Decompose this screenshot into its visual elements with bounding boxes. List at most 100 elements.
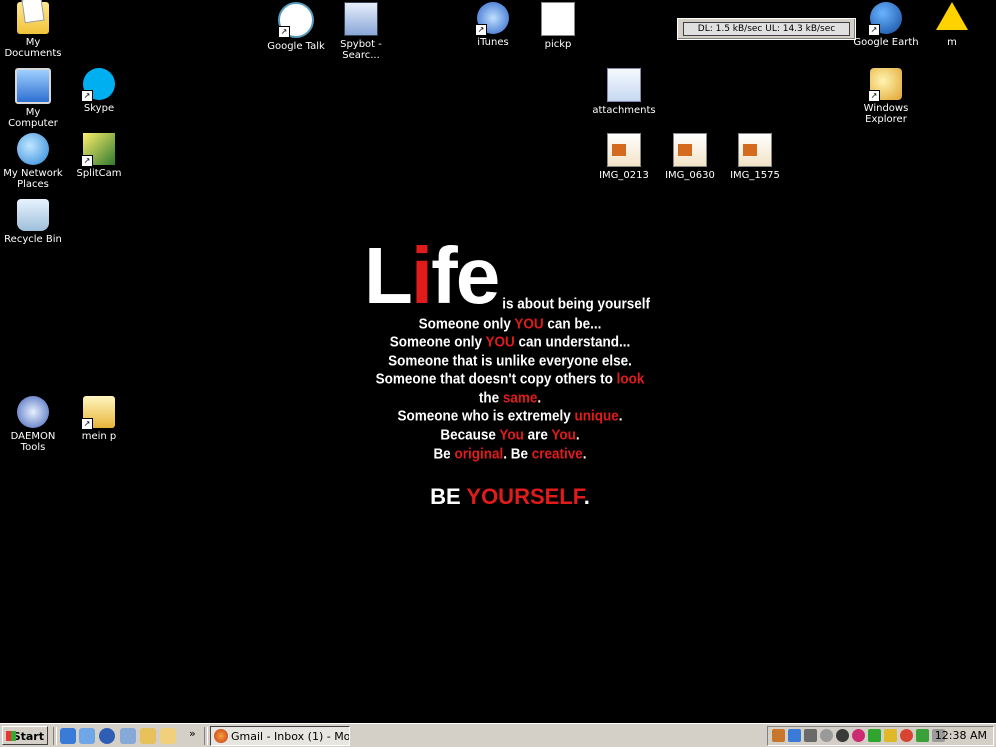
daemon-tools-icon bbox=[17, 396, 49, 428]
shortcut-arrow-icon: ↗ bbox=[81, 90, 93, 102]
desktop-icon-google-earth[interactable]: ↗ Google Earth bbox=[853, 2, 919, 48]
quicklaunch-outlook-icon[interactable] bbox=[79, 728, 95, 744]
desktop-icon-daemon-tools[interactable]: DAEMON Tools bbox=[0, 396, 66, 453]
system-tray: 12:38 AM bbox=[767, 726, 994, 746]
desktop-icon-attachments[interactable]: attachments bbox=[591, 68, 657, 116]
taskbar-window-button[interactable]: Gmail - Inbox (1) - Mozill... bbox=[210, 726, 350, 746]
tray-clock[interactable]: 12:38 AM bbox=[935, 727, 987, 745]
desktop-icon-recycle-bin[interactable]: Recycle Bin bbox=[0, 199, 66, 245]
desktop-icon-skype[interactable]: ↗ Skype bbox=[66, 68, 132, 114]
desktop-icon-pickp[interactable]: pickp bbox=[525, 2, 591, 50]
desktop-icon-m[interactable]: m bbox=[919, 2, 985, 48]
network-speed-meter[interactable]: DL: 1.5 kB/sec UL: 14.3 kB/sec bbox=[677, 18, 856, 40]
quote-be-yourself: BE YOURSELF. bbox=[430, 484, 590, 509]
firefox-icon bbox=[214, 729, 228, 743]
desktop-icon-img-0630[interactable]: IMG_0630 bbox=[657, 133, 723, 181]
quote-line-3: Someone only YOU can understand... bbox=[389, 333, 631, 350]
folder-shortcut-icon: ↗ bbox=[81, 396, 115, 430]
icon-label: DAEMON Tools bbox=[10, 431, 56, 453]
quote-line-9: Be original. Be creative. bbox=[433, 445, 587, 462]
warning-icon bbox=[936, 2, 968, 34]
quote-line-8: Because You are You. bbox=[440, 426, 580, 443]
desktop-icon-my-computer[interactable]: My Computer bbox=[0, 68, 66, 129]
quicklaunch-media-player-icon[interactable] bbox=[99, 728, 115, 744]
tray-alert-icon[interactable] bbox=[900, 729, 913, 742]
shortcut-arrow-icon: ↗ bbox=[278, 26, 290, 38]
attachment-file-icon bbox=[607, 68, 641, 102]
icon-label: Windows Explorer bbox=[863, 103, 909, 125]
tray-sync-icon[interactable] bbox=[916, 729, 929, 742]
taskbar-window-title: Gmail - Inbox (1) - Mozill... bbox=[231, 730, 350, 743]
spybot-icon bbox=[344, 2, 378, 36]
shortcut-arrow-icon: ↗ bbox=[81, 418, 93, 430]
quote-line-2: Someone only YOU can be... bbox=[418, 315, 602, 332]
tray-chat-icon[interactable] bbox=[820, 729, 833, 742]
tray-user-icon[interactable] bbox=[852, 729, 865, 742]
shortcut-arrow-icon: ↗ bbox=[868, 90, 880, 102]
quote-line-6: the same. bbox=[478, 389, 542, 406]
tray-app-icon[interactable] bbox=[772, 729, 785, 742]
image-file-icon bbox=[673, 133, 707, 167]
tray-clock-app-icon[interactable] bbox=[836, 729, 849, 742]
desktop-icon-my-documents[interactable]: My Documents bbox=[0, 2, 66, 59]
image-file-icon bbox=[607, 133, 641, 167]
quicklaunch-ie-icon[interactable] bbox=[60, 728, 76, 744]
skype-icon: ↗ bbox=[81, 68, 115, 102]
desktop-icon-splitcam[interactable]: ↗ SplitCam bbox=[66, 133, 132, 179]
icon-label: Google Earth bbox=[853, 37, 919, 48]
desktop-icon-windows-explorer[interactable]: ↗ Windows Explorer bbox=[853, 68, 919, 125]
desktop-icon-itunes[interactable]: ↗ iTunes bbox=[460, 2, 526, 48]
icon-label: pickp bbox=[544, 39, 572, 50]
tray-daemon-icon[interactable] bbox=[804, 729, 817, 742]
start-label: Start bbox=[12, 730, 44, 743]
quicklaunch-more-chevron[interactable]: » bbox=[189, 727, 196, 740]
itunes-icon: ↗ bbox=[475, 2, 509, 36]
tray-network-icon[interactable] bbox=[788, 729, 801, 742]
image-file-icon bbox=[738, 133, 772, 167]
taskbar: Start » Gmail - Inbox (1) - Mozill... 12… bbox=[0, 723, 996, 747]
desktop-icon-spybot[interactable]: Spybot - Searc... bbox=[328, 2, 394, 61]
icon-label: Skype bbox=[83, 103, 115, 114]
quicklaunch-show-desktop-icon[interactable] bbox=[120, 728, 136, 744]
text-file-icon bbox=[541, 2, 575, 36]
computer-icon bbox=[15, 68, 51, 104]
recycle-bin-icon bbox=[17, 199, 49, 231]
windows-logo-icon bbox=[6, 731, 16, 741]
taskbar-separator bbox=[204, 727, 208, 745]
icon-label: My Computer bbox=[8, 107, 58, 129]
taskbar-separator bbox=[53, 727, 57, 745]
shortcut-arrow-icon: ↗ bbox=[81, 155, 93, 167]
icon-label: mein p bbox=[81, 431, 117, 442]
shortcut-arrow-icon: ↗ bbox=[475, 24, 487, 36]
desktop-icon-my-network[interactable]: My Network Places bbox=[0, 133, 66, 190]
shortcut-arrow-icon: ↗ bbox=[868, 24, 880, 36]
desktop-icon-img-0213[interactable]: IMG_0213 bbox=[591, 133, 657, 181]
quote-line-1: is about being yourself bbox=[502, 295, 650, 312]
quote-line-5: Someone that doesn't copy others to look bbox=[375, 370, 645, 387]
google-talk-icon: ↗ bbox=[278, 2, 314, 38]
icon-label: My Documents bbox=[4, 37, 62, 59]
icon-label: IMG_1575 bbox=[730, 170, 780, 181]
desktop-icon-mein-p[interactable]: ↗ mein p bbox=[66, 396, 132, 442]
desktop-icon-google-talk[interactable]: ↗ Google Talk bbox=[263, 2, 329, 52]
desktop-icon-img-1575[interactable]: IMG_1575 bbox=[722, 133, 788, 181]
google-earth-icon: ↗ bbox=[868, 2, 902, 36]
tray-updown-icon[interactable] bbox=[868, 729, 881, 742]
icon-label: m bbox=[947, 37, 957, 48]
quote-line-7: Someone who is extremely unique. bbox=[397, 407, 623, 424]
icon-label: Google Talk bbox=[267, 41, 325, 52]
quicklaunch-folder-icon[interactable] bbox=[140, 728, 156, 744]
quote-line-4: Someone that is unlike everyone else. bbox=[388, 352, 632, 369]
icon-label: Spybot - Searc... bbox=[340, 39, 382, 61]
quicklaunch-shortcut-icon[interactable] bbox=[160, 728, 176, 744]
tray-security-icon[interactable] bbox=[884, 729, 897, 742]
explorer-magnifier-icon: ↗ bbox=[868, 68, 902, 102]
icon-label: SplitCam bbox=[76, 168, 122, 179]
icon-label: Recycle Bin bbox=[4, 234, 62, 245]
icon-label: IMG_0213 bbox=[599, 170, 649, 181]
start-button[interactable]: Start bbox=[2, 726, 48, 745]
network-globe-icon bbox=[17, 133, 49, 165]
icon-label: My Network Places bbox=[3, 168, 63, 190]
icon-label: attachments bbox=[592, 105, 656, 116]
folder-documents-icon bbox=[17, 2, 49, 34]
